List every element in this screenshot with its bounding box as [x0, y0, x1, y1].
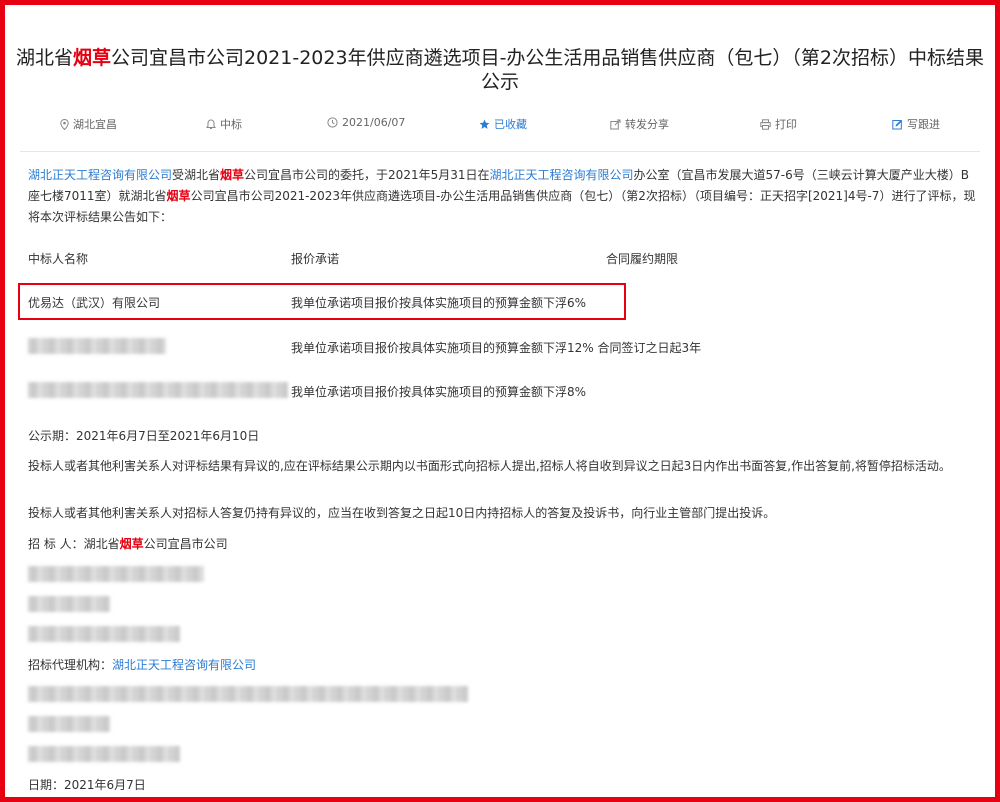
- bell-icon: [206, 118, 216, 129]
- redacted-agency-contact: [28, 716, 110, 732]
- redacted-agency-phone: [28, 746, 180, 762]
- agency-link-1[interactable]: 湖北正天工程咨询有限公司: [28, 168, 172, 182]
- footer-date: 日期：2021年6月7日: [28, 778, 146, 792]
- favorite-label: 已收藏: [494, 118, 527, 131]
- intro-text-2: 公司宜昌市公司的委托，于2021年5月31日在: [244, 168, 490, 182]
- intro-text-1: 受湖北省: [172, 168, 221, 182]
- redacted-tenderer-address: [28, 566, 204, 582]
- print-button[interactable]: 打印: [760, 116, 797, 132]
- redacted-tenderer-contact: [28, 596, 110, 612]
- row2-quote: 我单位承诺项目报价按具体实施项目的预算金额下浮12% 合同签订之日起3年: [291, 341, 702, 355]
- header-quote: 报价承诺: [291, 252, 340, 266]
- star-icon: [479, 119, 490, 129]
- edit-icon: [892, 119, 902, 129]
- agency-line: 招标代理机构：湖北正天工程咨询有限公司: [28, 656, 256, 673]
- location-label: 湖北宜昌: [73, 118, 117, 131]
- status-label: 中标: [220, 118, 242, 131]
- tenderer-suffix: 公司宜昌市公司: [143, 537, 228, 551]
- header-winner-name: 中标人名称: [28, 252, 89, 266]
- share-button[interactable]: 转发分享: [610, 116, 669, 132]
- agency-label: 招标代理机构：: [28, 658, 113, 672]
- tenderer-label: 招 标 人：湖北省: [28, 537, 120, 551]
- row1-name: 优易达（武汉）有限公司: [28, 296, 161, 310]
- share-label: 转发分享: [625, 118, 669, 131]
- date-label: 2021/06/07: [342, 116, 406, 129]
- follow-up-label: 写跟进: [907, 118, 940, 131]
- favorite-button[interactable]: 已收藏: [479, 116, 527, 132]
- clock-icon: [327, 117, 338, 128]
- location-pin-icon: [60, 118, 69, 130]
- title-highlight: 烟草: [72, 47, 111, 69]
- tenderer-line: 招 标 人：湖北省烟草公司宜昌市公司: [28, 535, 228, 552]
- agency-link-2[interactable]: 湖北正天工程咨询有限公司: [490, 168, 634, 182]
- tenderer-highlight: 烟草: [119, 537, 144, 551]
- header-term: 合同履约期限: [606, 252, 679, 266]
- notice-period: 公示期：2021年6月7日至2021年6月10日: [28, 429, 260, 443]
- row1-quote: 我单位承诺项目报价按具体实施项目的预算金额下浮6%: [291, 296, 587, 310]
- follow-up-button[interactable]: 写跟进: [892, 116, 940, 132]
- title-prefix: 湖北省: [15, 47, 73, 69]
- printer-icon: [760, 118, 771, 130]
- publish-date: 2021/06/07: [327, 116, 405, 129]
- article-toolbar: 湖北宜昌 中标 2021/06/07 已收藏 转发分享 打印 写跟进: [0, 116, 1000, 136]
- redacted-agency-address: [28, 686, 468, 702]
- page-title: 湖北省烟草公司宜昌市公司2021-2023年供应商遴选项目-办公生活用品销售供应…: [14, 46, 986, 94]
- agency-link-3[interactable]: 湖北正天工程咨询有限公司: [112, 658, 256, 672]
- intro-highlight-2: 烟草: [166, 189, 191, 203]
- objection-paragraph-2: 投标人或者其他利害关系人对招标人答复仍持有异议的，应当在收到答复之日起10日内持…: [28, 506, 776, 520]
- redacted-row3-name: [28, 382, 288, 398]
- location-tag[interactable]: 湖北宜昌: [60, 116, 117, 132]
- toolbar-divider: [20, 151, 980, 152]
- redacted-tenderer-phone: [28, 626, 180, 642]
- objection-paragraph-1: 投标人或者其他利害关系人对评标结果有异议的,应在评标结果公示期内以书面形式向招标…: [28, 459, 951, 473]
- row3-quote: 我单位承诺项目报价按具体实施项目的预算金额下浮8%: [291, 385, 587, 399]
- print-label: 打印: [775, 118, 797, 131]
- redacted-row2-name: [28, 338, 166, 354]
- title-suffix: 公司宜昌市公司2021-2023年供应商遴选项目-办公生活用品销售供应商（包七）…: [111, 47, 985, 93]
- status-tag[interactable]: 中标: [206, 116, 242, 132]
- intro-highlight-1: 烟草: [220, 168, 245, 182]
- share-icon: [610, 119, 621, 129]
- intro-paragraph: 湖北正天工程咨询有限公司受湖北省烟草公司宜昌市公司的委托，于2021年5月31日…: [28, 165, 976, 228]
